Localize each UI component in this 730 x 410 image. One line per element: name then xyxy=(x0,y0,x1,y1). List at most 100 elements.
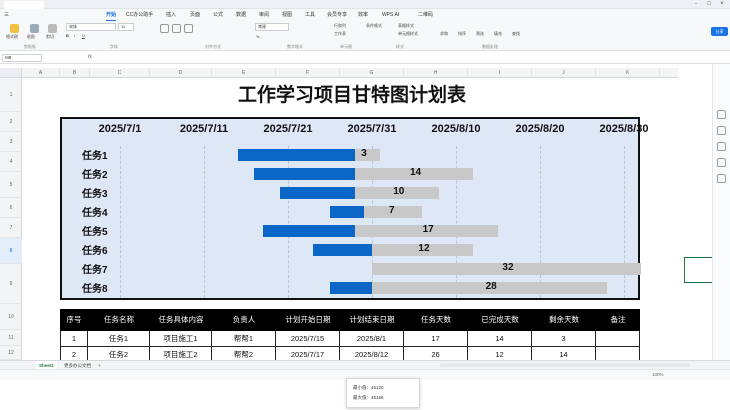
menu-data[interactable]: 数据 xyxy=(236,9,246,21)
conditional-format-button[interactable]: 条件格式 xyxy=(366,23,382,29)
fx-icon[interactable]: fx xyxy=(88,54,92,60)
table-header-cell[interactable]: 序号 xyxy=(60,309,88,331)
menu-wps-ai[interactable]: WPS AI xyxy=(382,9,399,21)
menu-review[interactable]: 审阅 xyxy=(259,9,269,21)
column-header[interactable]: J xyxy=(532,68,596,78)
percent-icon[interactable]: % , xyxy=(256,34,262,39)
adjust-icon[interactable] xyxy=(717,126,726,135)
column-header[interactable]: C xyxy=(90,68,150,78)
row-header[interactable]: 12 xyxy=(0,346,22,360)
cut-icon[interactable] xyxy=(48,24,57,33)
italic-icon[interactable]: I xyxy=(74,33,75,38)
menu-view[interactable]: 视图 xyxy=(282,9,292,21)
table-cell[interactable]: 3 xyxy=(532,331,596,347)
zoom-level[interactable]: 100% xyxy=(652,372,664,377)
column-header[interactable]: F xyxy=(276,68,340,78)
menu-home[interactable]: 开始 xyxy=(106,9,117,21)
underline-icon[interactable]: U xyxy=(82,33,85,38)
column-header[interactable]: A xyxy=(22,68,60,78)
cut-button[interactable]: 剪切 xyxy=(46,34,54,40)
file-menu-icon[interactable]: 三 xyxy=(4,9,9,21)
column-header[interactable]: E xyxy=(212,68,276,78)
row-header[interactable]: 4 xyxy=(0,152,22,172)
fill-button[interactable]: 填充 xyxy=(494,31,502,37)
menu-formula[interactable]: 公式 xyxy=(213,9,223,21)
align-center-icon[interactable] xyxy=(172,24,181,33)
table-header-cell[interactable]: 剩余天数 xyxy=(532,309,596,331)
column-header[interactable]: K xyxy=(596,68,660,78)
format-painter-button[interactable]: 格式刷 xyxy=(6,34,18,40)
table-cell[interactable]: 2025/8/1 xyxy=(340,331,404,347)
select-all-corner[interactable] xyxy=(0,68,22,78)
table-header-cell[interactable]: 备注 xyxy=(596,309,640,331)
table-header-cell[interactable]: 任务具体内容 xyxy=(150,309,212,331)
maximize-button[interactable]: □ xyxy=(703,0,715,9)
table-cell[interactable]: 1 xyxy=(60,331,88,347)
paste-button[interactable]: 粘贴 xyxy=(27,34,35,40)
sum-button[interactable]: 求和 xyxy=(440,31,448,37)
document-tab[interactable] xyxy=(4,1,44,9)
table-cell[interactable]: 2025/7/15 xyxy=(276,331,340,347)
table-cell[interactable]: 帮帮1 xyxy=(212,331,276,347)
number-format-select[interactable]: 常规 xyxy=(255,23,289,31)
remaining-days-label: 3 xyxy=(361,148,367,159)
row-header[interactable]: 1 xyxy=(0,78,22,112)
table-cell[interactable]: 17 xyxy=(404,331,468,347)
menu-member[interactable]: 会员专享 xyxy=(327,9,347,21)
share-button[interactable]: 分享 xyxy=(711,27,728,36)
rows-columns-button[interactable]: 行和列 xyxy=(334,23,346,29)
table-cell[interactable]: 14 xyxy=(468,331,532,347)
table-style-button[interactable]: 表格样式 xyxy=(398,23,414,29)
horizontal-scrollbar[interactable] xyxy=(440,363,690,367)
table-header-cell[interactable]: 计划结束日期 xyxy=(340,309,404,331)
row-header[interactable]: 3 xyxy=(0,132,22,152)
cell-reference-box[interactable]: M8 xyxy=(2,54,42,62)
menu-efficiency[interactable]: 效率 xyxy=(358,9,368,21)
minimize-button[interactable]: - xyxy=(690,0,702,9)
shape-icon[interactable] xyxy=(717,142,726,151)
font-name-select[interactable]: 宋体 xyxy=(66,23,116,31)
table-cell[interactable] xyxy=(596,331,640,347)
table-header-cell[interactable]: 任务名称 xyxy=(88,309,150,331)
column-header[interactable]: D xyxy=(150,68,212,78)
table-cell[interactable]: 项目施工1 xyxy=(150,331,212,347)
filter-button[interactable]: 筛选 xyxy=(476,31,484,37)
cell-style-button[interactable]: 单元格样式 xyxy=(398,31,418,37)
row-header[interactable]: 10 xyxy=(0,304,22,330)
column-header[interactable]: H xyxy=(404,68,468,78)
menu-page[interactable]: 页面 xyxy=(190,9,200,21)
row-header[interactable]: 2 xyxy=(0,112,22,132)
filter-icon[interactable] xyxy=(717,110,726,119)
align-left-icon[interactable] xyxy=(160,24,169,33)
row-header-selected[interactable]: 8 xyxy=(0,238,22,264)
column-header[interactable]: G xyxy=(340,68,404,78)
table-header-cell[interactable]: 已完成天数 xyxy=(468,309,532,331)
right-sidebar xyxy=(712,64,730,360)
row-header[interactable]: 7 xyxy=(0,218,22,238)
table-header-cell[interactable]: 负责人 xyxy=(212,309,276,331)
menu-tools[interactable]: 工具 xyxy=(305,9,315,21)
font-size-select[interactable]: 11 xyxy=(118,23,134,31)
format-icon[interactable] xyxy=(717,174,726,183)
column-header[interactable]: B xyxy=(60,68,90,78)
bold-icon[interactable]: B xyxy=(66,33,69,38)
worksheet-button[interactable]: 工作表 xyxy=(334,31,346,37)
align-right-icon[interactable] xyxy=(184,24,193,33)
row-header[interactable]: 9 xyxy=(0,264,22,304)
column-header[interactable]: I xyxy=(468,68,532,78)
menu-qrcode[interactable]: 二维码 xyxy=(418,9,433,21)
find-button[interactable]: 查找 xyxy=(512,31,520,37)
paste-icon[interactable] xyxy=(30,24,39,33)
table-header-cell[interactable]: 计划开始日期 xyxy=(276,309,340,331)
format-painter-icon[interactable] xyxy=(10,24,19,33)
menu-insert[interactable]: 插入 xyxy=(166,9,176,21)
menu-cc-assistant[interactable]: CC办公助手 xyxy=(126,9,153,21)
image-icon[interactable] xyxy=(717,158,726,167)
sort-button[interactable]: 排序 xyxy=(458,31,466,37)
row-header[interactable]: 5 xyxy=(0,172,22,198)
close-button[interactable]: × xyxy=(716,0,728,9)
row-header[interactable]: 6 xyxy=(0,198,22,218)
table-header-cell[interactable]: 任务天数 xyxy=(404,309,468,331)
table-cell[interactable]: 任务1 xyxy=(88,331,150,347)
row-header[interactable]: 11 xyxy=(0,330,22,346)
